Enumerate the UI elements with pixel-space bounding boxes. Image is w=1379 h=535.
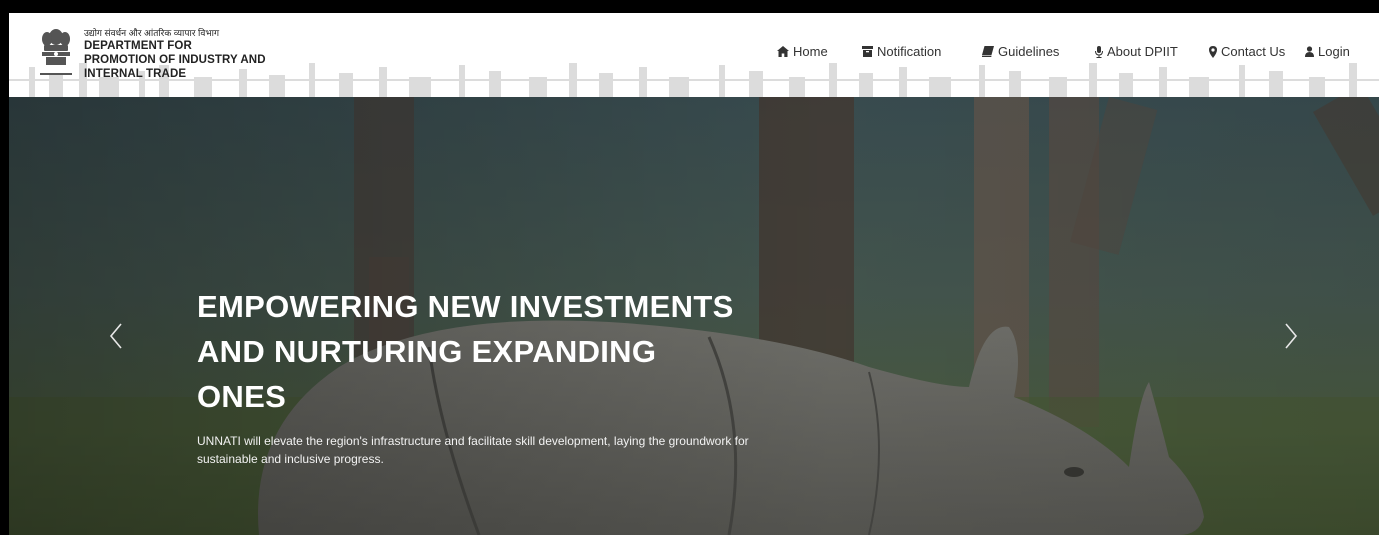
chevron-right-icon	[1285, 323, 1298, 349]
carousel-prev-button[interactable]	[105, 321, 127, 351]
nav-contact-label: Contact Us	[1221, 44, 1286, 59]
archive-icon	[862, 46, 873, 57]
nav-about[interactable]: About DPIIT	[1095, 44, 1178, 59]
home-icon	[777, 46, 789, 57]
hero-headline-line-3: ONES	[197, 379, 287, 414]
carousel-next-button[interactable]	[1280, 321, 1302, 351]
nav-home[interactable]: Home	[777, 44, 828, 59]
nav-contact[interactable]: Contact Us	[1209, 44, 1285, 59]
nav-login[interactable]: Login	[1305, 44, 1350, 59]
map-marker-icon	[1209, 45, 1217, 58]
book-icon	[982, 46, 994, 57]
brand-line-1: DEPARTMENT FOR	[84, 40, 192, 52]
national-emblem-logo	[40, 29, 72, 75]
chevron-left-icon	[109, 323, 122, 349]
nav-login-label: Login	[1318, 44, 1350, 59]
nav-guidelines[interactable]: Guidelines	[982, 44, 1059, 59]
brand-hindi-name: उद्योग संवर्धन और आंतरिक व्यापार विभाग	[84, 28, 220, 38]
hero-subtext: UNNATI will elevate the region's infrast…	[197, 434, 749, 466]
page: उद्योग संवर्धन और आंतरिक व्यापार विभाग D…	[0, 0, 1379, 535]
hero-headline: EMPOWERING NEW INVESTMENTS AND NURTURING…	[197, 284, 797, 419]
department-brand[interactable]: उद्योग संवर्धन और आंतरिक व्यापार विभाग D…	[84, 27, 266, 81]
nav-about-label: About DPIIT	[1107, 44, 1178, 59]
nav-notification-label: Notification	[877, 44, 942, 59]
hero-headline-line-2: AND NURTURING EXPANDING	[197, 334, 657, 369]
hero-carousel: EMPOWERING NEW INVESTMENTS AND NURTURING…	[9, 97, 1379, 535]
nav-guidelines-label: Guidelines	[998, 44, 1060, 59]
hero-headline-line-1: EMPOWERING NEW INVESTMENTS	[197, 289, 734, 324]
brand-line-2: PROMOTION OF INDUSTRY AND	[84, 54, 266, 66]
nav-home-label: Home	[793, 44, 828, 59]
nav-notification[interactable]: Notification	[862, 44, 941, 59]
user-icon	[1305, 46, 1314, 57]
microphone-icon	[1095, 45, 1103, 58]
site-header: उद्योग संवर्धन और आंतरिक व्यापार विभाग D…	[9, 13, 1379, 97]
browser-viewport: उद्योग संवर्धन और आंतरिक व्यापार विभाग D…	[9, 13, 1379, 535]
brand-line-3: INTERNAL TRADE	[84, 68, 187, 80]
